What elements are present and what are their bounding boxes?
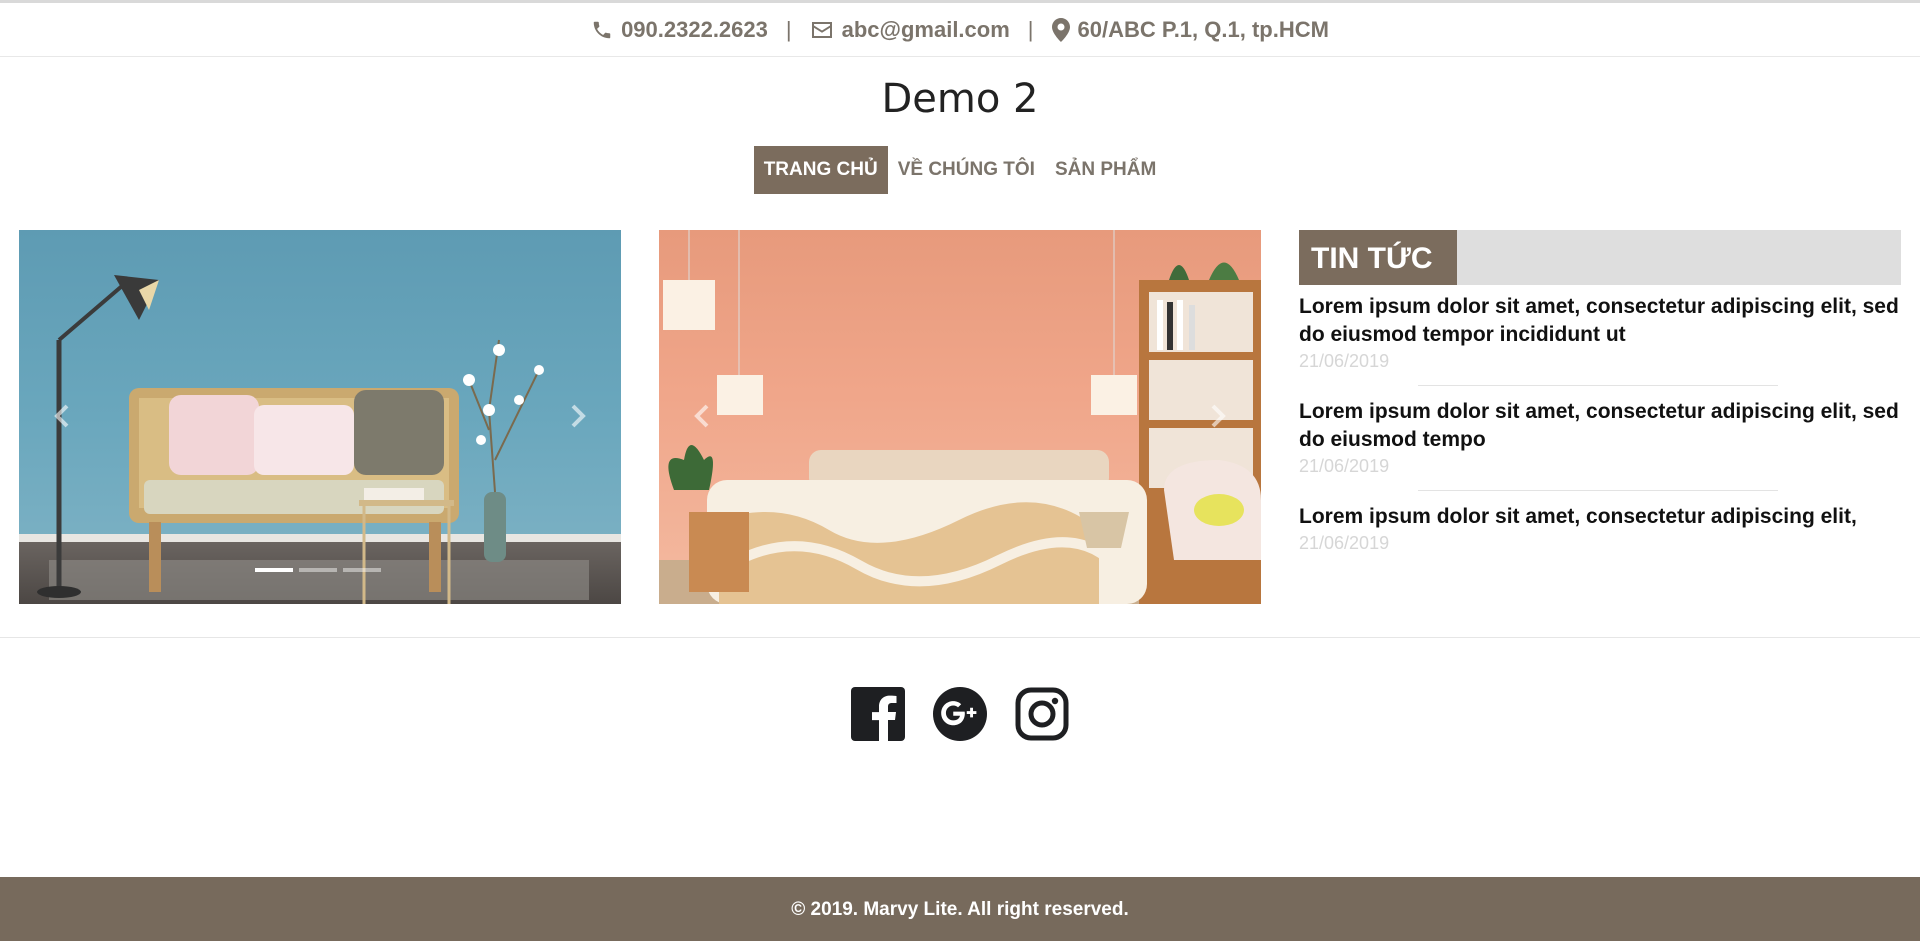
instagram-icon[interactable]: [1015, 686, 1069, 742]
news-header: TIN TỨC: [1299, 230, 1901, 285]
section-divider: [0, 637, 1920, 638]
map-marker-icon: [1051, 17, 1070, 42]
copyright-text: © 2019. Marvy Lite. All right reserved.: [791, 899, 1129, 920]
chevron-left-icon: [54, 404, 69, 428]
news-title[interactable]: Lorem ipsum dolor sit amet, consectetur …: [1299, 503, 1901, 531]
envelope-icon: [811, 21, 832, 38]
news-divider: [1418, 490, 1778, 491]
site-title[interactable]: Demo 2: [0, 76, 1920, 122]
nav-about[interactable]: VỀ CHÚNG TÔI: [888, 146, 1045, 194]
chevron-left-icon: [694, 404, 709, 428]
slider-indicator[interactable]: [343, 568, 381, 572]
slider-indicator[interactable]: [299, 568, 337, 572]
facebook-icon[interactable]: [851, 686, 905, 742]
slider-prev-arrow[interactable]: [689, 402, 717, 430]
bedroom-illustration: [663, 230, 1261, 604]
social-links: [0, 686, 1920, 742]
news-heading: TIN TỨC: [1299, 230, 1457, 285]
living-room-illustration: [37, 275, 544, 604]
news-panel: TIN TỨC Lorem ipsum dolor sit amet, cons…: [1299, 230, 1901, 555]
news-item[interactable]: Lorem ipsum dolor sit amet, consectetur …: [1299, 398, 1901, 478]
slider-indicator[interactable]: [255, 568, 293, 572]
chevron-right-icon: [571, 404, 586, 428]
image-slider-living-room[interactable]: [19, 230, 621, 604]
nav-products[interactable]: SẢN PHẨM: [1045, 146, 1166, 194]
separator: |: [1027, 16, 1034, 42]
contact-phone[interactable]: 090.2322.2623: [591, 17, 768, 43]
chevron-right-icon: [1211, 404, 1226, 428]
news-title[interactable]: Lorem ipsum dolor sit amet, consectetur …: [1299, 293, 1901, 349]
footer: © 2019. Marvy Lite. All right reserved.: [0, 877, 1920, 941]
news-divider: [1418, 385, 1778, 386]
news-item[interactable]: Lorem ipsum dolor sit amet, consectetur …: [1299, 285, 1901, 373]
news-date: 21/06/2019: [1299, 351, 1390, 371]
slider-indicators: [255, 568, 381, 572]
slider-prev-arrow[interactable]: [49, 402, 77, 430]
main-nav: TRANG CHỦ VỀ CHÚNG TÔI SẢN PHẨM: [0, 146, 1920, 194]
image-slider-bedroom[interactable]: [659, 230, 1261, 604]
news-item[interactable]: Lorem ipsum dolor sit amet, consectetur …: [1299, 503, 1901, 555]
nav-home[interactable]: TRANG CHỦ: [753, 146, 888, 194]
phone-text: 090.2322.2623: [621, 16, 768, 42]
email-text: abc@gmail.com: [841, 16, 1010, 42]
address-text: 60/ABC P.1, Q.1, tp.HCM: [1077, 16, 1329, 42]
slider-next-arrow[interactable]: [1203, 402, 1231, 430]
contact-address[interactable]: 60/ABC P.1, Q.1, tp.HCM: [1051, 16, 1329, 43]
news-date: 21/06/2019: [1299, 533, 1390, 553]
phone-icon: [593, 21, 611, 38]
contact-bar: 090.2322.2623 | abc@gmail.com | 60/ABC P…: [0, 3, 1920, 57]
contact-email[interactable]: abc@gmail.com: [810, 17, 1010, 43]
google-plus-icon[interactable]: [933, 686, 987, 742]
news-title[interactable]: Lorem ipsum dolor sit amet, consectetur …: [1299, 398, 1901, 454]
news-date: 21/06/2019: [1299, 456, 1390, 476]
separator: |: [785, 16, 792, 42]
slider-next-arrow[interactable]: [563, 402, 591, 430]
